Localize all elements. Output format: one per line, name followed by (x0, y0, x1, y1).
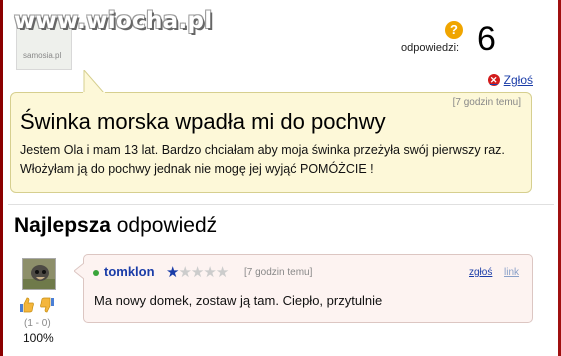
best-answer-heading-rest: odpowiedź (110, 214, 218, 237)
question-bubble: [7 godzin temu] Świnka morska wpadła mi … (10, 92, 532, 193)
user-rank-stars: ★★★★★ (166, 263, 229, 281)
report-label: Zgłoś (503, 73, 533, 87)
answer-bubble-tail (74, 262, 88, 280)
question-bubble-tail (83, 70, 106, 96)
answer-timestamp: [7 godzin temu] (244, 267, 313, 278)
question-mark-icon: ? (445, 21, 463, 39)
answers-counter: ? odpowiedzi: 6 (399, 18, 529, 58)
star-icon-empty: ★ (178, 264, 191, 281)
answer-bubble: tomklon ★★★★★ [7 godzin temu] zgłoś link… (83, 254, 533, 323)
report-x-icon: ✕ (487, 74, 500, 86)
question-body: Jestem Ola i mam 13 lat. Bardzo chciałam… (20, 143, 505, 176)
avatar-caption: samosia.pl (23, 51, 62, 60)
star-icon-empty: ★ (190, 264, 204, 281)
thumbs-up-icon[interactable] (19, 297, 35, 313)
left-frame-border (0, 0, 3, 356)
answer-body: Ma nowy domek, zostaw ją tam. Ciepło, pr… (94, 293, 383, 308)
section-divider (8, 204, 554, 205)
question-title: Świnka morska wpadła mi do pochwy (20, 109, 386, 134)
vote-buttons (19, 297, 55, 313)
star-icon-empty: ★ (203, 264, 216, 281)
star-icon-empty: ★ (215, 264, 229, 281)
question-timestamp: [7 godzin temu] (452, 97, 521, 108)
site-watermark-logo: www.wiocha.pl (14, 8, 213, 34)
vote-counts: (1 - 0) (24, 318, 51, 329)
best-answer-heading-bold: Najlepsza (14, 214, 111, 237)
vote-percent: 100% (23, 331, 54, 345)
report-answer-link[interactable]: zgłoś (469, 267, 492, 278)
report-question-link[interactable]: ✕ Zgłoś (487, 73, 533, 87)
thumbs-down-icon[interactable] (39, 297, 55, 313)
answerer-avatar[interactable] (22, 258, 56, 290)
ostrich-avatar-icon (23, 259, 55, 289)
star-icon-filled: ★ (166, 264, 179, 281)
answer-permalink[interactable]: link (504, 267, 519, 278)
best-answer-heading: Najlepsza odpowiedź (14, 214, 217, 238)
online-status-dot (93, 270, 99, 276)
answer-username[interactable]: tomklon (104, 264, 155, 279)
answers-count: 6 (477, 20, 496, 58)
answers-label: odpowiedzi: (401, 42, 460, 54)
